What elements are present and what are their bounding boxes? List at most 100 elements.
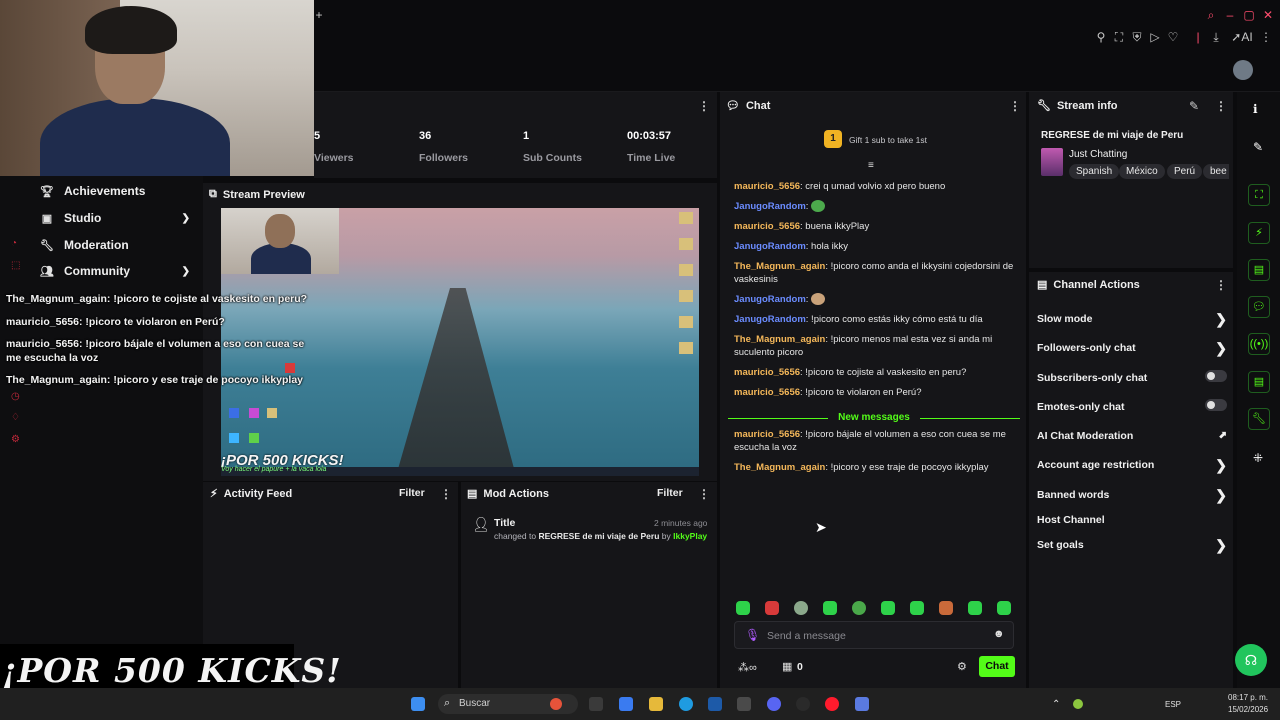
action-followers-only[interactable]: Followers-only chat ❯	[1037, 340, 1227, 356]
activity-menu-icon[interactable]: ⋮	[440, 487, 452, 501]
emote-icon[interactable]	[910, 601, 924, 615]
emote-icon[interactable]	[881, 601, 895, 615]
copilot-icon[interactable]	[619, 697, 633, 711]
taskbar-search[interactable]: ⌕ Buscar	[438, 694, 578, 714]
gift-text[interactable]: Gift 1 sub to take 1st	[849, 135, 927, 145]
app-icon[interactable]	[737, 697, 751, 711]
rail-wrench-icon[interactable]: 🔧︎	[1248, 408, 1270, 430]
maximize-icon[interactable]: ▢	[1241, 8, 1257, 22]
support-button[interactable]: ☊	[1235, 644, 1267, 676]
add-widget-icon[interactable]: ⁜	[1253, 451, 1263, 465]
side-red-icon[interactable]: ◔	[11, 239, 23, 249]
action-ai-moderation[interactable]: AI Chat Moderation ⬈	[1037, 430, 1227, 442]
connections-icon[interactable]: ⁂∞	[738, 661, 757, 674]
file-explorer-icon[interactable]	[649, 697, 663, 711]
side-red-icon[interactable]: ♢	[11, 413, 23, 423]
menu-icon[interactable]: ⋮	[1258, 30, 1274, 44]
user-avatar[interactable]	[1233, 60, 1253, 80]
bar-icon[interactable]: |	[1190, 30, 1206, 44]
app-icon[interactable]	[855, 697, 869, 711]
action-banned-words[interactable]: Banned words ❯	[1037, 487, 1227, 503]
mod-menu-icon[interactable]: ⋮	[698, 487, 710, 501]
rail-list-icon[interactable]: ▤	[1248, 259, 1270, 281]
chat-username[interactable]: mauricio_5656	[734, 367, 800, 378]
action-emotes-only[interactable]: Emotes-only chat	[1037, 399, 1227, 413]
sidebar-item-moderation[interactable]: 🔧︎ Moderation	[40, 235, 190, 255]
heart-icon[interactable]: ♡	[1165, 30, 1181, 44]
emoji-icon[interactable]: ☻	[993, 628, 1005, 640]
ai-icon[interactable]: ➚AI	[1230, 30, 1254, 44]
search-icon[interactable]: ⌕	[1203, 8, 1219, 22]
chat-username[interactable]: The_Magnum_again	[734, 462, 825, 473]
chat-username[interactable]: The_Magnum_again	[734, 261, 825, 272]
rail-actions-icon[interactable]: ▤	[1248, 371, 1270, 393]
tray-chevron-icon[interactable]: ⌃	[1052, 699, 1060, 710]
sidebar-item-community[interactable]: 👥︎ Community ❯	[40, 261, 190, 281]
tray-language[interactable]: ESP	[1165, 700, 1181, 709]
category-name[interactable]: Just Chatting	[1069, 149, 1127, 160]
chat-username[interactable]: mauricio_5656	[734, 429, 800, 440]
points-icon[interactable]: ▦	[782, 660, 792, 673]
obs-icon[interactable]	[796, 697, 810, 711]
chat-username[interactable]: JanugoRandom	[734, 201, 806, 212]
chat-username[interactable]: mauricio_5656	[734, 221, 800, 232]
subscribers-only-toggle[interactable]	[1205, 370, 1227, 382]
store-icon[interactable]	[708, 697, 722, 711]
tray-date[interactable]: 15/02/2026	[1228, 705, 1268, 714]
rail-activity-icon[interactable]: ⚡︎	[1248, 222, 1270, 244]
emote-icon[interactable]	[736, 601, 750, 615]
send-chat-button[interactable]: Chat	[979, 656, 1015, 677]
chat-username[interactable]: JanugoRandom	[734, 294, 806, 305]
chat-settings-icon[interactable]: ⚙	[957, 660, 967, 673]
emotes-only-toggle[interactable]	[1205, 399, 1227, 411]
tag-spanish[interactable]: Spanish	[1069, 164, 1120, 179]
stats-menu-icon[interactable]: ⋮	[698, 99, 710, 113]
emote-icon[interactable]	[794, 601, 808, 615]
download-icon[interactable]: ⤓	[1208, 30, 1224, 44]
side-red-icon[interactable]: ◷	[11, 392, 23, 402]
chat-username[interactable]: The_Magnum_again	[734, 334, 825, 345]
sidebar-item-achievements[interactable]: 🏆︎ Achievements	[40, 181, 190, 201]
mic-icon[interactable]: 🎙︎	[745, 628, 760, 642]
tray-time[interactable]: 08:17 p. m.	[1228, 693, 1268, 702]
emote-icon[interactable]	[823, 601, 837, 615]
rail-chat-icon[interactable]: 💬︎	[1248, 296, 1270, 318]
gift-badge[interactable]: 1	[824, 130, 842, 148]
action-set-goals[interactable]: Set goals ❯	[1037, 537, 1227, 553]
pin-icon[interactable]: ⚲	[1093, 30, 1109, 44]
activity-filter-button[interactable]: Filter	[399, 487, 425, 499]
chat-message-input[interactable]: 🎙︎ Send a message ☻	[734, 621, 1014, 649]
sidebar-item-studio[interactable]: ▣ Studio ❯	[40, 208, 190, 228]
pencil-icon[interactable]: ✎	[1253, 140, 1263, 154]
emote-icon[interactable]	[765, 601, 779, 615]
tag-peru[interactable]: Perú	[1167, 164, 1203, 179]
emote-icon[interactable]	[997, 601, 1011, 615]
channel-actions-menu-icon[interactable]: ⋮	[1215, 278, 1227, 292]
tag-mexico[interactable]: México	[1119, 164, 1165, 179]
minimize-icon[interactable]: –	[1222, 8, 1238, 22]
windows-start-icon[interactable]	[411, 697, 425, 711]
category-thumbnail[interactable]	[1041, 148, 1063, 176]
emote-icon[interactable]	[939, 601, 953, 615]
screenshot-icon[interactable]: ⛶	[1111, 30, 1127, 44]
shield-icon[interactable]: ⛨	[1129, 30, 1145, 44]
chat-username[interactable]: mauricio_5656	[734, 181, 800, 192]
chat-username[interactable]: JanugoRandom	[734, 241, 806, 252]
edge-icon[interactable]	[679, 697, 693, 711]
mod-entry-user[interactable]: IkkyPlay	[673, 531, 707, 541]
tray-app-icon[interactable]	[1073, 699, 1083, 709]
action-subscribers-only[interactable]: Subscribers-only chat	[1037, 370, 1227, 384]
side-red-icon[interactable]: ⬚	[11, 261, 23, 271]
action-account-age[interactable]: Account age restriction ❯	[1037, 457, 1227, 473]
pinned-icon[interactable]: ≡	[868, 160, 874, 171]
chat-menu-icon[interactable]: ⋮	[1009, 99, 1021, 113]
chat-username[interactable]: JanugoRandom	[734, 314, 806, 325]
chat-username[interactable]: mauricio_5656	[734, 387, 800, 398]
mod-filter-button[interactable]: Filter	[657, 487, 683, 499]
emote-icon[interactable]	[852, 601, 866, 615]
emote-icon[interactable]	[968, 601, 982, 615]
stream-info-menu-icon[interactable]: ⋮	[1215, 99, 1227, 113]
close-icon[interactable]: ✕	[1260, 8, 1276, 22]
action-host-channel[interactable]: Host Channel	[1037, 514, 1227, 526]
info-icon[interactable]: ℹ	[1253, 102, 1258, 116]
